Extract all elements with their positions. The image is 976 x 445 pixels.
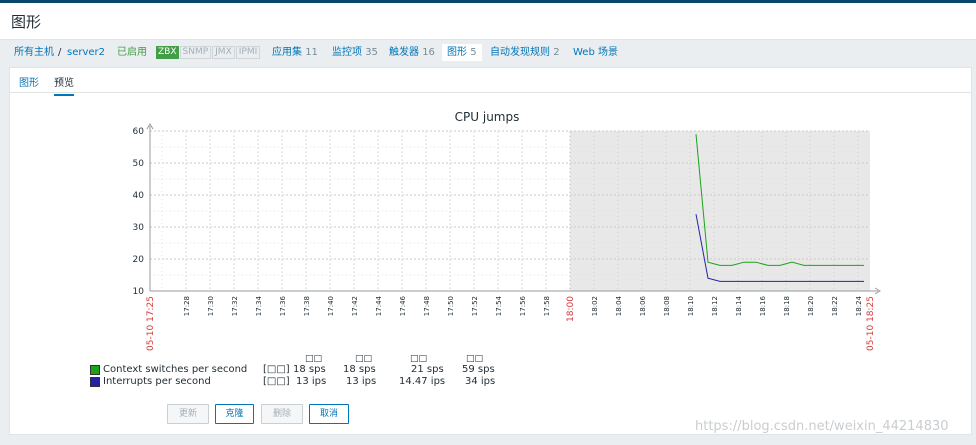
x-tick-label: 17:56 — [519, 295, 527, 316]
items-link[interactable]: 监控项 35 — [332, 40, 378, 66]
legend-swatch-interrupts — [90, 377, 100, 387]
delete-button[interactable]: 删除 — [261, 404, 303, 424]
cpu-jumps-chart: CPU jumps 60 50 40 30 20 10 17:28 17:30 17:32 17:3… — [133, 110, 881, 351]
availability-zbx: ZBX — [156, 46, 179, 59]
triggers-count: 16 — [422, 47, 435, 58]
x-tick-label: 17:36 — [279, 295, 287, 316]
availability-jmx: JMX — [212, 46, 235, 59]
discovery-rules-link[interactable]: 自动发现规则 2 — [490, 40, 560, 66]
legend-min: 13 ips — [346, 376, 377, 387]
applications-count: 11 — [305, 47, 318, 58]
breadcrumb: 所有主机 / server2 已启用 ZBX SNMP JMX IPMI 应用集 11… — [0, 40, 976, 66]
tab-bar: 图形 预览 — [10, 68, 971, 96]
graphs-link[interactable]: 图形 5 — [442, 40, 482, 66]
applications-link[interactable]: 应用集 11 — [272, 40, 318, 66]
x-tick-label: 17:28 — [183, 296, 191, 316]
legend-min: 18 sps — [343, 364, 376, 375]
legend-header-last: □□ — [305, 354, 323, 364]
host-status: 已启用 — [117, 47, 147, 58]
x-tick-label: 17:34 — [255, 295, 263, 316]
x-tick-label: 18:12 — [711, 296, 719, 316]
x-tick-label: 18:18 — [783, 296, 791, 316]
x-tick-label: 18:04 — [615, 295, 623, 316]
x-tick-label: 18:08 — [663, 296, 671, 316]
x-tick-label: 17:58 — [543, 296, 551, 316]
watermark: https://blog.csdn.net/weixin_44214830 — [695, 419, 949, 434]
items-count: 35 — [365, 47, 378, 58]
page-title: 图形 — [11, 13, 42, 31]
availability-snmp: SNMP — [179, 46, 212, 59]
x-tick-label: 17:46 — [399, 295, 407, 316]
legend-header-max: □□ — [466, 354, 484, 364]
availability-tags: ZBX SNMP JMX IPMI — [156, 40, 261, 66]
web-scenarios-link[interactable]: Web 场景 — [573, 40, 618, 66]
x-tick-label: 18:14 — [735, 295, 743, 316]
x-tick-label: 18:10 — [687, 296, 695, 316]
legend-header-min: □□ — [355, 354, 373, 364]
x-tick-label: 17:40 — [327, 296, 335, 316]
tab-preview[interactable]: 预览 — [54, 74, 74, 96]
clone-button[interactable]: 克隆 — [215, 404, 254, 424]
discovery-count: 2 — [553, 47, 560, 58]
legend-function: [□□] — [263, 364, 290, 375]
availability-ipmi: IPMI — [235, 46, 261, 59]
x-tick-label: 17:38 — [303, 296, 311, 316]
legend-swatch-context-switches — [90, 365, 100, 375]
legend-last: 13 ips — [296, 376, 327, 387]
x-tick-label: 17:52 — [471, 296, 479, 316]
x-tick-label: 18:02 — [591, 296, 599, 316]
x-tick-label: 18:16 — [759, 295, 767, 316]
legend-function: [□□] — [263, 376, 290, 387]
triggers-link[interactable]: 触发器 16 — [389, 40, 435, 66]
x-tick-label: 18:20 — [807, 296, 815, 316]
legend-row-interrupts: Interrupts per second [□□] 13 ips 13 ips… — [90, 376, 510, 388]
legend-max: 59 sps — [462, 364, 495, 375]
legend-row-context-switches: Context switches per second [□□] 18 sps … — [90, 364, 510, 376]
legend-header-avg: □□ — [410, 354, 428, 364]
x-tick-label: 18:06 — [639, 295, 647, 316]
update-button[interactable]: 更新 — [167, 404, 209, 424]
page-header: 图形 — [0, 3, 976, 40]
y-tick-label: 60 — [133, 127, 145, 137]
host-link[interactable]: server2 — [67, 40, 105, 66]
cancel-button[interactable]: 取消 — [309, 404, 349, 424]
time-end-label: 05-10 18:25 — [866, 296, 876, 351]
x-tick-label: 17:44 — [375, 295, 383, 316]
graphs-count: 5 — [470, 47, 477, 58]
x-tick-label: 17:48 — [423, 296, 431, 316]
y-tick-label: 20 — [133, 255, 145, 265]
legend-series-name: Interrupts per second — [103, 376, 211, 387]
x-tick-label: 17:30 — [207, 296, 215, 316]
x-tick-label: 17:42 — [351, 296, 359, 316]
y-tick-label: 30 — [133, 223, 145, 233]
x-tick-label: 17:32 — [231, 296, 239, 316]
x-tick-label: 17:50 — [447, 296, 455, 316]
y-tick-label: 10 — [133, 287, 145, 297]
legend-last: 18 sps — [293, 364, 326, 375]
tab-graph[interactable]: 图形 — [19, 74, 39, 89]
y-tick-label: 40 — [133, 191, 145, 201]
legend-avg: 21 sps — [411, 364, 444, 375]
x-tick-label: 18:22 — [831, 296, 839, 316]
legend-series-name: Context switches per second — [103, 364, 248, 375]
x-tick-label: 17:54 — [495, 295, 503, 316]
x-tick-label: 18:24 — [855, 295, 863, 316]
graph-form-panel: 图形 预览 CPU jumps 60 50 40 30 20 10 17:28 17:30 17:… — [9, 67, 972, 435]
breadcrumb-separator: / — [58, 47, 62, 58]
x-tick-label: 18:00 — [566, 296, 576, 322]
legend-avg: 14.47 ips — [399, 376, 446, 387]
chart-title: CPU jumps — [455, 110, 520, 124]
y-tick-label: 50 — [133, 159, 145, 169]
legend-max: 34 ips — [465, 376, 496, 387]
all-hosts-link[interactable]: 所有主机 — [14, 40, 54, 66]
time-start-label: 05-10 17:25 — [146, 296, 156, 351]
